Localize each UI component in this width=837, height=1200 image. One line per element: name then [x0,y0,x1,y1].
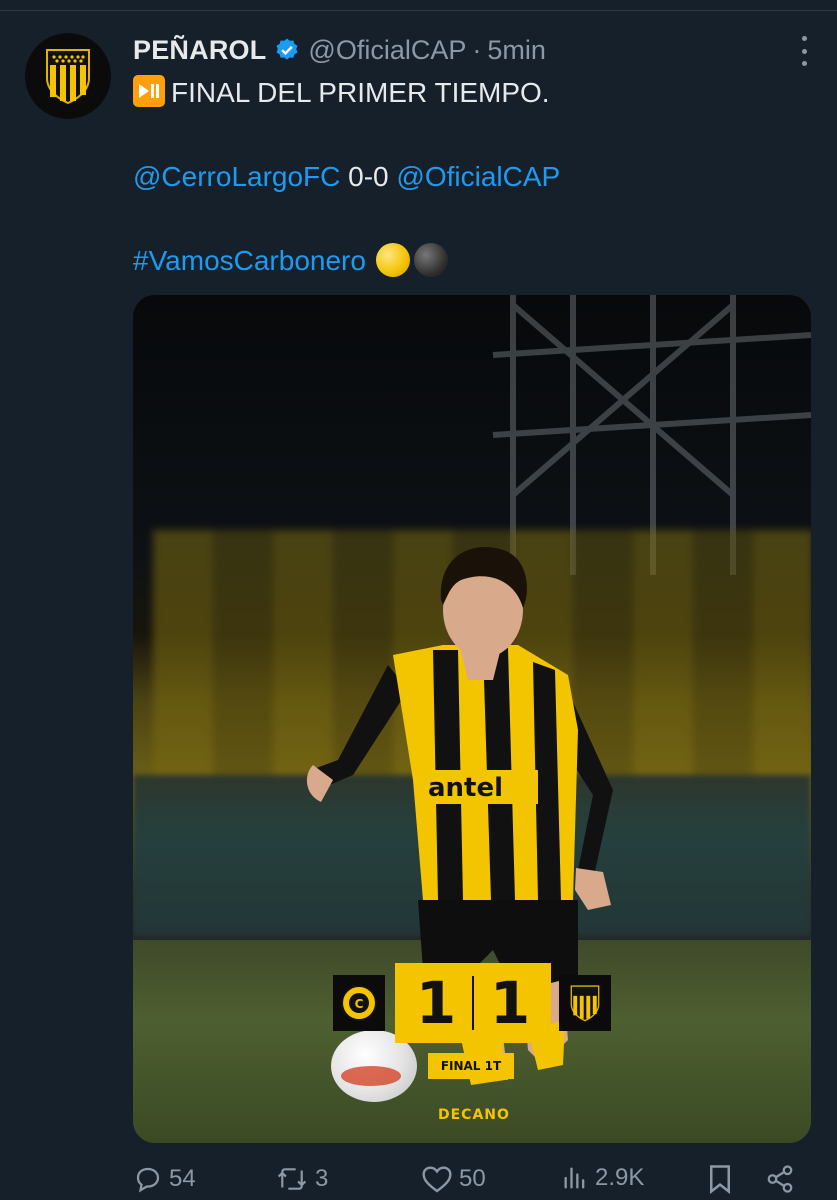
scoreboard: C 1 1 [333,963,613,1043]
svg-text:C: C [355,997,364,1011]
black-circle-emoji [413,243,448,277]
verified-badge-icon [274,37,300,63]
share-icon [767,1165,793,1193]
separator-dot: · [472,34,482,65]
mention-cerro-largo[interactable]: @CerroLargoFC [133,161,340,192]
hashtag[interactable]: #VamosCarbonero [133,245,366,276]
share-button[interactable] [765,1164,795,1194]
cerro-largo-crest-icon: C [333,975,385,1031]
score-separator [472,976,474,1030]
tweet-score: 0-0 [348,161,389,192]
tweet-headline: FINAL DEL PRIMER TIEMPO. [171,77,550,108]
score-box: 1 1 [395,963,551,1043]
repost-button[interactable]: 3 [275,1164,328,1194]
display-name[interactable]: PEÑAROL [133,35,266,66]
repost-icon [277,1168,307,1190]
tweet-text: FINAL DEL PRIMER TIEMPO. @CerroLargoFC 0… [133,72,813,282]
tweet-header: PEÑAROL @OficialCAP · 5min [133,30,767,70]
brand-logo: DECANO [438,1107,510,1123]
views-icon [564,1167,585,1189]
home-score: 1 [415,969,457,1037]
top-divider [0,10,837,11]
sponsor-logo: antel [428,773,503,803]
penarol-crest-icon [46,49,90,104]
mention-oficialcap[interactable]: @OficialCAP [396,161,560,192]
timestamp[interactable]: 5min [487,35,546,66]
more-options-icon[interactable] [799,36,809,66]
tweet-actions-bar: 54 3 50 2.9K [133,1160,813,1200]
away-score: 1 [489,969,531,1037]
play-pause-icon [133,75,165,107]
bookmark-button[interactable] [707,1164,733,1194]
views-count: 2.9K [595,1164,645,1191]
like-count: 50 [459,1165,486,1192]
avatar[interactable] [25,33,111,119]
reply-button[interactable]: 54 [133,1164,196,1194]
tweet-line-3: #VamosCarbonero [133,240,813,282]
views-button[interactable]: 2.9K [561,1164,644,1192]
tweet-media-image[interactable]: antel C 1 1 FINAL 1T DECANO [133,295,811,1143]
handle[interactable]: @OficialCAP [308,35,466,66]
yellow-circle-emoji [375,243,410,277]
like-button[interactable]: 50 [421,1164,486,1194]
period-label: FINAL 1T [428,1053,514,1079]
reply-count: 54 [169,1165,196,1192]
repost-count: 3 [315,1165,329,1192]
reply-icon [136,1167,160,1193]
like-icon [422,1166,452,1193]
tweet-line-1: FINAL DEL PRIMER TIEMPO. [133,72,813,114]
tweet-line-2: @CerroLargoFC 0-0 @OficialCAP [133,156,813,198]
bookmark-icon [710,1165,730,1194]
penarol-crest-small-icon [559,975,611,1031]
